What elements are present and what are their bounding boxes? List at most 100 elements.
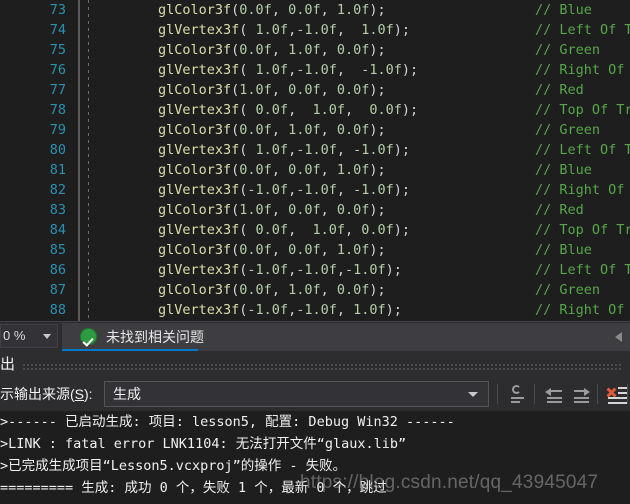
code-line[interactable]: 73 glColor3f(0.0f, 0.0f, 1.0f); // Blue [0,0,630,20]
code-text: glColor3f(0.0f, 0.0f, 1.0f); [158,162,386,178]
code-text: glColor3f(0.0f, 0.0f, 1.0f); [158,2,386,18]
code-comment: // Right Of [535,182,625,198]
code-comment: // Right Of [535,302,625,318]
code-comment: // Red [535,202,584,218]
code-text: glColor3f(0.0f, 0.0f, 1.0f); [158,242,386,258]
editor-zoom-value: 0 % [3,328,26,343]
go-to-next-message-button[interactable] [569,382,595,406]
toolbar-divider [597,384,598,404]
line-number: 86 [49,262,66,278]
output-line: >------ 已启动生成: 项目: lesson5, 配置: Debug Wi… [0,414,455,430]
code-text: glColor3f(1.0f, 0.0f, 0.0f); [158,202,386,218]
code-line[interactable]: 88 glVertex3f(-1.0f,-1.0f, 1.0f); // Right… [0,300,630,320]
line-number: 88 [49,302,66,318]
code-text: glVertex3f(-1.0f,-1.0f, -1.0f); [158,182,411,198]
code-line[interactable]: 81 glColor3f(0.0f, 0.0f, 1.0f); // Blue [0,160,630,180]
code-line[interactable]: 82 glVertex3f(-1.0f,-1.0f, -1.0f); // Righ… [0,180,630,200]
code-editor[interactable]: 73 glColor3f(0.0f, 0.0f, 1.0f); // Blue 74 g… [0,0,630,321]
line-number: 81 [49,162,66,178]
code-line[interactable]: 79 glColor3f(0.0f, 1.0f, 0.0f); // Green [0,120,630,140]
code-text: glColor3f(1.0f, 0.0f, 0.0f); [158,82,386,98]
check-circle-icon [80,328,97,345]
code-text: glVertex3f( 0.0f, 1.0f, 0.0f); [158,222,411,238]
arrow-right-icon-stem [574,390,585,392]
line-number: 87 [49,282,66,298]
error-list-bar[interactable]: 未找到相关问题 [62,323,630,352]
code-line[interactable]: 80 glVertex3f( 1.0f,-1.0f, -1.0f); // Left… [0,140,630,160]
arrow-left-icon-bar [547,397,562,399]
code-comment: // Green [535,42,601,58]
code-comment: // Blue [535,162,592,178]
clear-search-icon [512,385,521,394]
go-to-previous-message-button[interactable] [541,382,567,406]
chevron-down-icon [43,334,51,339]
code-comment: // Right Of [535,62,625,78]
scroll-left-arrow-icon[interactable] [615,332,622,342]
clear-all-bar [608,397,628,399]
code-text: glVertex3f(-1.0f,-1.0f,-1.0f); [158,262,402,278]
code-line[interactable]: 74 glVertex3f( 1.0f,-1.0f, 1.0f); // Left … [0,20,630,40]
code-line[interactable]: 87 glColor3f(0.0f, 1.0f, 0.0f); // Green [0,280,630,300]
watermark-text: https://blog.csdn.net/qq_43945047 [300,472,599,493]
visual-studio-window: 73 glColor3f(0.0f, 0.0f, 1.0f); // Blue 74 g… [0,0,630,504]
chevron-down-icon [468,392,478,397]
line-number: 85 [49,242,66,258]
line-number: 73 [49,2,66,18]
output-source-dropdown[interactable]: 生成 [104,381,489,407]
code-text: glColor3f(0.0f, 1.0f, 0.0f); [158,282,386,298]
clear-search-icon-bar [511,401,520,403]
output-source-label-suffix: ): [84,386,93,402]
code-comment: // Green [535,122,601,138]
code-comment: // Top Of Tr [535,102,630,118]
output-source-value: 生成 [113,386,141,402]
output-line: >LINK : fatal error LNK1104: 无法打开文件“glau… [0,436,407,452]
code-text: glVertex3f( 0.0f, 1.0f, 0.0f); [158,102,419,118]
error-list-message: 未找到相关问题 [106,329,204,345]
code-line[interactable]: 76 glVertex3f( 1.0f,-1.0f, -1.0f); // Righ… [0,60,630,80]
code-text: glVertex3f( 1.0f,-1.0f, -1.0f); [158,142,411,158]
line-number: 78 [49,102,66,118]
code-line-list: 73 glColor3f(0.0f, 0.0f, 1.0f); // Blue 74 g… [0,0,630,320]
output-pane-drag-grip[interactable] [22,363,622,370]
line-number: 84 [49,222,66,238]
code-text: glColor3f(0.0f, 1.0f, 0.0f); [158,42,386,58]
code-text: glVertex3f( 1.0f,-1.0f, 1.0f); [158,22,411,38]
line-number: 82 [49,182,66,198]
code-comment: // Left Of T [535,142,630,158]
line-number: 79 [49,122,66,138]
line-number: 75 [49,42,66,58]
toolbar-divider [497,384,498,404]
code-comment: // Blue [535,2,592,18]
code-line[interactable]: 77 glColor3f(1.0f, 0.0f, 0.0f); // Red [0,80,630,100]
code-comment: // Top Of Tr [535,222,630,238]
code-comment: // Left Of T [535,262,630,278]
arrow-right-icon-bar [574,397,589,399]
editor-zoom-dropdown[interactable]: 0 % [0,324,58,348]
arrow-left-icon-stem [551,390,562,392]
code-comment: // Red [535,82,584,98]
clear-search-button[interactable] [505,382,531,406]
code-line[interactable]: 83 glColor3f(1.0f, 0.0f, 0.0f); // Red [0,200,630,220]
line-number: 77 [49,82,66,98]
code-comment: // Left Of T [535,22,630,38]
output-pane-title: 出 [0,356,16,373]
code-comment: // Blue [535,242,592,258]
output-toolbar: 示输出来源(S): 生成 [0,379,630,411]
arrow-left-icon-bar [547,401,562,403]
arrow-right-icon-bar [574,401,589,403]
line-number: 74 [49,22,66,38]
output-source-label-accel: S [74,386,85,402]
line-number: 80 [49,142,66,158]
line-number: 76 [49,62,66,78]
code-line[interactable]: 75 glColor3f(0.0f, 1.0f, 0.0f); // Green [0,40,630,60]
code-line[interactable]: 84 glVertex3f( 0.0f, 1.0f, 0.0f); // Top O… [0,220,630,240]
code-line[interactable]: 78 glVertex3f( 0.0f, 1.0f, 0.0f); // Top O… [0,100,630,120]
output-source-label-prefix: 示输出来源( [0,386,75,402]
code-line[interactable]: 86 glVertex3f(-1.0f,-1.0f,-1.0f); // Left … [0,260,630,280]
code-line[interactable]: 85 glColor3f(0.0f, 0.0f, 1.0f); // Blue [0,240,630,260]
code-text: glVertex3f(-1.0f,-1.0f, 1.0f); [158,302,402,318]
code-text: glColor3f(0.0f, 1.0f, 0.0f); [158,122,386,138]
output-source-label: 示输出来源(S): [0,384,93,404]
line-number: 83 [49,202,66,218]
clear-all-bar [608,402,628,404]
